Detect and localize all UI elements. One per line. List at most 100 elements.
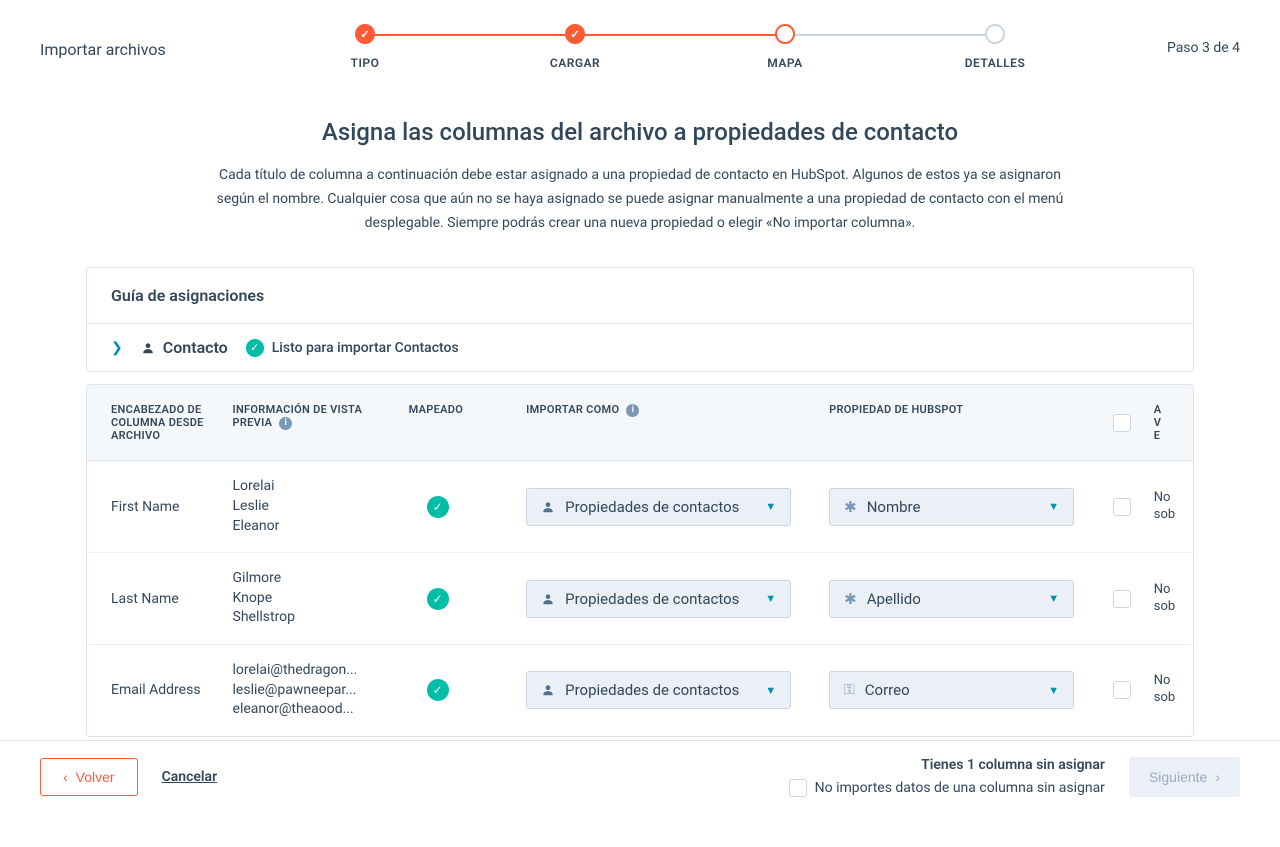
trunc-line: No (1154, 490, 1185, 507)
skip-unmapped-checkbox[interactable] (789, 779, 807, 797)
chevron-down-icon: ▼ (1048, 500, 1059, 513)
person-icon (141, 341, 155, 355)
chevron-down-icon: ▼ (765, 684, 776, 697)
expand-caret-icon[interactable]: ❯ (111, 340, 123, 356)
row-truncated: No sob (1154, 582, 1193, 616)
chevron-right-icon: › (1215, 769, 1220, 785)
step-line (365, 34, 575, 36)
import-as-dropdown[interactable]: Propiedades de contactos ▼ (526, 580, 791, 618)
person-icon (541, 592, 555, 606)
row-truncated: No sob (1154, 673, 1193, 707)
th-trunc-c: E (1154, 429, 1185, 442)
th-trunc-b: V (1154, 416, 1185, 429)
preview-value: lorelai@thedragon... (233, 661, 393, 681)
select-all-checkbox[interactable] (1113, 414, 1131, 432)
info-icon[interactable]: i (626, 404, 639, 417)
th-preview-text: INFORMACIÓN DE VISTA PREVIA (233, 403, 363, 429)
property-dropdown[interactable]: ✱ Apellido ▼ (829, 580, 1074, 618)
cancel-link[interactable]: Cancelar (162, 769, 218, 785)
chevron-down-icon: ▼ (765, 592, 776, 605)
trunc-line: sob (1154, 507, 1185, 524)
import-as-value: Propiedades de contactos (565, 681, 739, 699)
next-button[interactable]: Siguiente › (1129, 757, 1240, 797)
step-counter: Paso 3 de 4 (1120, 24, 1240, 56)
th-property: PROPIEDAD DE HUBSPOT (821, 403, 1104, 442)
person-icon (541, 683, 555, 697)
preview-value: Lorelai (233, 477, 393, 497)
import-as-dropdown[interactable]: Propiedades de contactos ▼ (526, 671, 791, 709)
row-checkbox-cell (1105, 681, 1154, 699)
row-preview: lorelai@thedragon...leslie@pawneepar...e… (225, 661, 401, 720)
property-dropdown[interactable]: ✱ Nombre ▼ (829, 488, 1074, 526)
preview-value: leslie@pawneepar... (233, 681, 393, 701)
row-property: ✱ Nombre ▼ (821, 488, 1104, 526)
chevron-down-icon: ▼ (1048, 592, 1059, 605)
preview-value: eleanor@theaood... (233, 700, 393, 720)
step-mapa: MAPA (680, 24, 890, 70)
row-checkbox-cell (1105, 590, 1154, 608)
asterisk-icon: ✱ (844, 590, 857, 608)
property-value: Nombre (867, 498, 921, 516)
footer-left: ‹ Volver Cancelar (40, 758, 217, 796)
check-circle-icon: ✓ (246, 339, 264, 357)
ready-status: ✓ Listo para importar Contactos (246, 339, 459, 357)
row-mapped: ✓ (401, 679, 519, 701)
th-trunc-a: A (1154, 403, 1185, 416)
trunc-line: No (1154, 582, 1185, 599)
row-import-as: Propiedades de contactos ▼ (518, 671, 821, 709)
contact-section-label: Contacto (141, 338, 228, 357)
page-title: Asigna las columnas del archivo a propie… (210, 118, 1070, 146)
info-icon[interactable]: i (279, 417, 292, 430)
skip-unmapped-row: No importes datos de una columna sin asi… (789, 779, 1105, 797)
property-dropdown[interactable]: ⚿ Correo ▼ (829, 671, 1074, 709)
import-as-value: Propiedades de contactos (565, 590, 739, 608)
step-label: TIPO (351, 56, 380, 70)
chevron-left-icon: ‹ (63, 769, 68, 785)
property-value: Correo (865, 681, 910, 699)
contact-label-text: Contacto (163, 338, 228, 357)
step-label: MAPA (767, 56, 802, 70)
step-circle-done-icon (565, 24, 585, 44)
content-intro: Asigna las columnas del archivo a propie… (190, 118, 1090, 235)
mapping-guide-panel: Guía de asignaciones ❯ Contacto ✓ Listo … (86, 267, 1194, 372)
table-row: Last Name GilmoreKnopeShellstrop ✓ Propi… (87, 553, 1193, 645)
footer-right: Tienes 1 columna sin asignar No importes… (789, 757, 1240, 797)
header-title: Importar archivos (40, 24, 240, 59)
th-select-all (1105, 403, 1154, 442)
step-label: DETALLES (965, 56, 1026, 70)
chevron-down-icon: ▼ (765, 500, 776, 513)
row-import-as: Propiedades de contactos ▼ (518, 580, 821, 618)
import-as-dropdown[interactable]: Propiedades de contactos ▼ (526, 488, 791, 526)
stepper: TIPO CARGAR MAPA DETALLES (240, 24, 1120, 70)
footer-bar: ‹ Volver Cancelar Tienes 1 columna sin a… (0, 740, 1280, 813)
th-import-as: IMPORTAR COMO i (518, 403, 821, 442)
row-property: ✱ Apellido ▼ (821, 580, 1104, 618)
table-header-row: ENCABEZADO DE COLUMNA DESDE ARCHIVO INFO… (87, 385, 1193, 461)
step-label: CARGAR (550, 56, 600, 70)
footer-info: Tienes 1 columna sin asignar No importes… (789, 757, 1105, 797)
th-mapped: MAPEADO (401, 403, 519, 442)
step-circle-done-icon (355, 24, 375, 44)
preview-value: Gilmore (233, 569, 393, 589)
row-property: ⚿ Correo ▼ (821, 671, 1104, 709)
trunc-line: sob (1154, 599, 1185, 616)
row-checkbox[interactable] (1113, 498, 1131, 516)
row-checkbox-cell (1105, 498, 1154, 516)
step-circle-current-icon (775, 24, 795, 44)
step-cargar: CARGAR (470, 24, 680, 70)
row-import-as: Propiedades de contactos ▼ (518, 488, 821, 526)
mapped-check-icon: ✓ (427, 496, 449, 518)
panel-sub: ❯ Contacto ✓ Listo para importar Contact… (87, 324, 1193, 371)
row-column-header: Last Name (87, 591, 225, 607)
table-row: Email Address lorelai@thedragon...leslie… (87, 645, 1193, 736)
skip-unmapped-label: No importes datos de una columna sin asi… (815, 780, 1105, 796)
step-circle-pending-icon (985, 24, 1005, 44)
unmapped-warning: Tienes 1 columna sin asignar (789, 757, 1105, 773)
back-button[interactable]: ‹ Volver (40, 758, 138, 796)
row-column-header: Email Address (87, 682, 225, 698)
trunc-line: No (1154, 673, 1185, 690)
th-column-header: ENCABEZADO DE COLUMNA DESDE ARCHIVO (87, 403, 225, 442)
page-header: Importar archivos TIPO CARGAR MAPA DETAL… (0, 0, 1280, 70)
row-checkbox[interactable] (1113, 590, 1131, 608)
row-checkbox[interactable] (1113, 681, 1131, 699)
